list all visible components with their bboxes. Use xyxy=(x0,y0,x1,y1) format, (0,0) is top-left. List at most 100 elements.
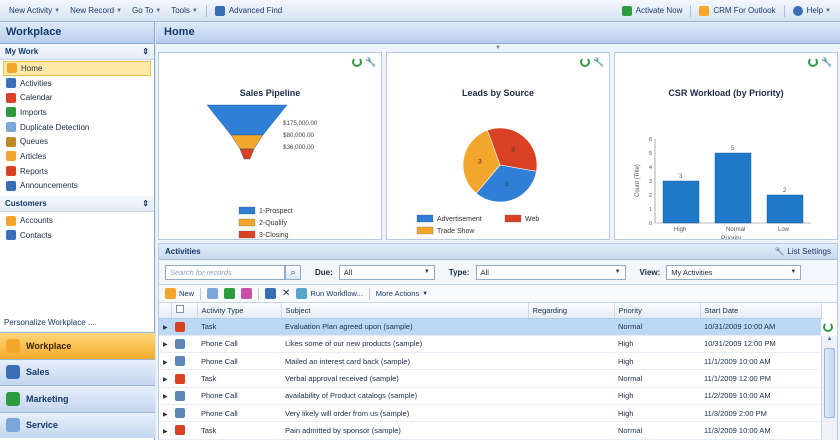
due-select[interactable]: All ▼ xyxy=(338,264,435,280)
my-work-section-header[interactable]: My Work ⇕ xyxy=(0,44,154,60)
vertical-scrollbar[interactable]: ▲ xyxy=(821,336,837,440)
table-row[interactable]: ▶ Phone Call availability of Product catal… xyxy=(159,387,821,405)
table-row[interactable]: ▶ Task Evaluation Plan agreed upon (sample… xyxy=(159,318,821,336)
list-settings-link[interactable]: 🔧 List Settings xyxy=(774,247,831,256)
sidebar-item-home[interactable]: Home xyxy=(3,61,151,76)
delete-icon[interactable]: ✕ xyxy=(282,288,290,299)
assign-icon[interactable] xyxy=(241,288,253,299)
expand-icon[interactable]: ▶ xyxy=(163,412,168,418)
export-excel-icon[interactable] xyxy=(224,288,236,299)
collapse-icon[interactable]: ⇕ xyxy=(142,199,149,208)
more-actions-button[interactable]: More Actions ▼ xyxy=(376,289,428,298)
sidebar-item-contacts[interactable]: Contacts xyxy=(3,228,151,243)
table-row[interactable]: ▶ Task Pain admitted by sponsor (sample) No… xyxy=(159,421,821,440)
column-header-priority[interactable]: Priority xyxy=(614,303,701,319)
new-button[interactable]: New xyxy=(165,288,194,299)
expand-icon[interactable]: ▶ xyxy=(163,377,168,383)
sidebar-item-announcements[interactable]: Announcements xyxy=(3,179,151,194)
collapse-icon[interactable]: ⇕ xyxy=(142,47,149,56)
sidebar-item-label: Queues xyxy=(20,137,49,147)
sidebar-item-reports[interactable]: Reports xyxy=(3,164,151,179)
leads-by-source-panel: 🔧 Leads by Source 3 3 3 Advertisement Web Tra… xyxy=(386,52,610,240)
row-expander[interactable]: ▶ xyxy=(159,318,171,336)
activities-grid: Activity Type Subject Regarding Priority… xyxy=(159,303,822,440)
column-header-regarding[interactable]: Regarding xyxy=(528,303,615,319)
new-record-menu[interactable]: New Record ▼ xyxy=(65,6,127,15)
table-row[interactable]: ▶ Phone Call Very likely will order from u… xyxy=(159,404,821,423)
type-select[interactable]: All ▼ xyxy=(475,264,626,280)
crm-for-outlook-link[interactable]: CRM For Outlook xyxy=(694,5,780,16)
tools-menu[interactable]: Tools ▼ xyxy=(166,6,203,15)
header-select-all[interactable] xyxy=(171,303,198,319)
area-marketing[interactable]: Marketing xyxy=(0,385,155,412)
scroll-thumb[interactable] xyxy=(824,348,835,418)
row-expander[interactable]: ▶ xyxy=(159,387,171,405)
subject-cell[interactable]: Pain admitted by sponsor (sample) xyxy=(281,421,528,440)
table-row[interactable]: ▶ Phone Call Likes some of our new product… xyxy=(159,335,821,354)
sidebar-item-duplicate-detection[interactable]: Duplicate Detection xyxy=(3,120,151,135)
sidebar-item-articles[interactable]: Articles xyxy=(3,149,151,164)
column-header-start-date[interactable]: Start Date xyxy=(700,303,822,319)
column-header-subject[interactable]: Subject xyxy=(281,303,529,319)
print-icon[interactable] xyxy=(207,288,219,299)
go-to-menu[interactable]: Go To ▼ xyxy=(127,6,166,15)
mark-complete-icon[interactable] xyxy=(265,288,277,299)
subject-cell[interactable]: Verbal approval received (sample) xyxy=(281,369,528,388)
funnel-stage-1[interactable] xyxy=(206,104,288,136)
subject-cell[interactable]: Mailed an interest card back (sample) xyxy=(281,352,528,371)
column-header-activity-type[interactable]: Activity Type xyxy=(197,303,282,319)
funnel-value-label: $80,000.00 xyxy=(283,132,315,139)
area-workplace[interactable]: Workplace xyxy=(0,332,155,359)
row-expander[interactable]: ▶ xyxy=(159,335,171,354)
table-row[interactable]: ▶ Task Verbal approval received (sample) No… xyxy=(159,369,821,388)
expand-icon[interactable]: ▶ xyxy=(163,394,168,400)
activate-now-link[interactable]: Activate Now xyxy=(617,5,688,16)
phone-call-icon xyxy=(175,408,185,419)
sidebar-item-accounts[interactable]: Accounts xyxy=(3,213,151,228)
table-row[interactable]: ▶ Phone Call Mailed an interest card back … xyxy=(159,352,821,371)
bar-normal[interactable] xyxy=(714,152,752,224)
tools-label: Tools xyxy=(171,6,190,15)
expand-icon[interactable]: ▶ xyxy=(163,325,168,331)
sales-pipeline-panel: 🔧 Sales Pipeline $175,000.00 $80,000.00 $3… xyxy=(158,52,382,240)
sidebar-item-activities[interactable]: Activities xyxy=(3,76,151,91)
row-expander[interactable]: ▶ xyxy=(159,404,171,423)
search-input[interactable]: Search for records xyxy=(165,264,285,280)
scroll-up-icon[interactable]: ▲ xyxy=(822,336,837,346)
personalize-workplace-link[interactable]: Personalize Workplace .... xyxy=(4,318,97,327)
search-button[interactable]: ⌕ xyxy=(285,264,301,280)
menu-separator xyxy=(690,4,692,17)
row-expander[interactable]: ▶ xyxy=(159,421,171,440)
expand-icon[interactable]: ▶ xyxy=(163,360,168,366)
splitter-handle[interactable]: ▼ xyxy=(156,44,840,51)
expand-icon[interactable]: ▶ xyxy=(163,429,168,435)
legend-swatch xyxy=(238,206,256,215)
row-icon-cell xyxy=(171,387,197,405)
sidebar-item-queues[interactable]: Queues xyxy=(3,134,151,149)
funnel-stage-3[interactable] xyxy=(239,148,255,160)
run-workflow-label: Run Workflow... xyxy=(310,289,363,298)
row-expander[interactable]: ▶ xyxy=(159,352,171,371)
subject-cell[interactable]: Evaluation Plan agreed upon (sample) xyxy=(281,318,528,336)
bar-low[interactable] xyxy=(766,194,804,224)
area-sales[interactable]: Sales xyxy=(0,358,155,385)
bar-high[interactable] xyxy=(662,180,700,224)
new-activity-menu[interactable]: New Activity ▼ xyxy=(4,6,65,15)
refresh-icon[interactable] xyxy=(823,322,833,332)
subject-cell[interactable]: Likes some of our new products (sample) xyxy=(281,335,528,354)
advanced-find-menu[interactable]: Advanced Find xyxy=(210,5,287,16)
view-select[interactable]: My Activities ▼ xyxy=(666,264,802,280)
customers-section-header[interactable]: Customers ⇕ xyxy=(0,196,154,213)
expand-icon[interactable]: ▶ xyxy=(163,342,168,348)
run-workflow-button[interactable]: Run Workflow... xyxy=(296,288,363,299)
subject-cell[interactable]: availability of Product catalogs (sample… xyxy=(281,387,528,405)
help-menu[interactable]: Help ▼ xyxy=(788,5,836,16)
select-all-checkbox[interactable] xyxy=(175,305,184,314)
subject-cell[interactable]: Very likely will order from us (sample) xyxy=(281,404,528,423)
sidebar-item-calendar[interactable]: Calendar xyxy=(3,90,151,105)
area-service[interactable]: Service xyxy=(0,411,155,438)
row-expander[interactable]: ▶ xyxy=(159,369,171,388)
y-tick-label: 2 xyxy=(649,193,652,199)
funnel-stage-2[interactable] xyxy=(230,134,264,150)
sidebar-item-imports[interactable]: Imports xyxy=(3,105,151,120)
